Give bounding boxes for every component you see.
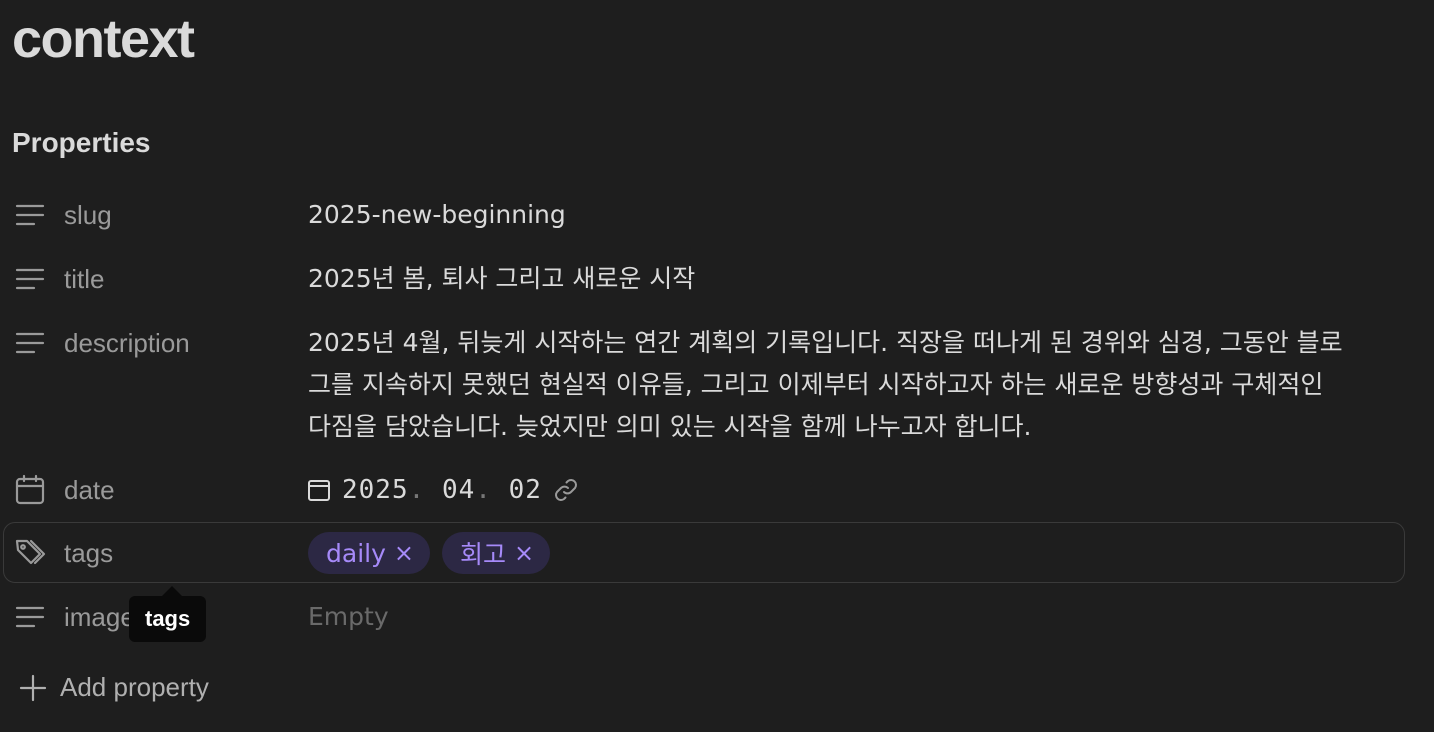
property-key-description[interactable]: description <box>64 327 190 359</box>
properties-heading[interactable]: Properties <box>12 124 151 162</box>
property-key-slug[interactable]: slug <box>64 199 112 231</box>
tag-pill[interactable]: 회고 × <box>442 532 551 574</box>
property-key-image[interactable]: image <box>64 601 135 633</box>
property-row-slug: slug 2025-new-beginning <box>0 199 1434 231</box>
date-day: 02 <box>508 475 542 505</box>
text-lines-icon[interactable] <box>14 601 46 633</box>
date-separator: . <box>408 475 426 505</box>
remove-tag-icon[interactable]: × <box>394 541 414 565</box>
tag-label: daily <box>326 538 386 568</box>
remove-tag-icon[interactable]: × <box>514 541 534 565</box>
tag-pill[interactable]: daily × <box>308 532 430 574</box>
tooltip-arrow <box>162 586 182 596</box>
property-key-title[interactable]: title <box>64 263 104 295</box>
property-row-title: title 2025년 봄, 퇴사 그리고 새로운 시작 <box>0 263 1434 295</box>
link-icon[interactable] <box>552 476 580 504</box>
property-value-description[interactable]: 2025년 4월, 뒤늦게 시작하는 연간 계획의 기록입니다. 직장을 떠나게… <box>308 322 1343 448</box>
property-value-title[interactable]: 2025년 봄, 퇴사 그리고 새로운 시작 <box>308 263 695 295</box>
property-row-image: image Empty <box>0 601 1434 633</box>
add-property-label: Add property <box>60 672 209 702</box>
property-value-slug[interactable]: 2025-new-beginning <box>308 199 566 231</box>
calendar-icon[interactable] <box>14 474 46 506</box>
property-key-date[interactable]: date <box>64 474 115 506</box>
description-line: 다짐을 담았습니다. 늦었지만 의미 있는 시작을 함께 나누고자 합니다. <box>308 412 1032 441</box>
property-row-date: date <box>0 474 1434 506</box>
date-month: 04 <box>441 475 476 505</box>
description-line: 2025년 4월, 뒤늦게 시작하는 연간 계획의 기록입니다. 직장을 떠나게… <box>308 328 1343 357</box>
date-value[interactable]: 2025. 04. 02 <box>342 475 542 505</box>
document-title[interactable]: context <box>12 8 195 70</box>
add-property-button[interactable]: Add property <box>18 672 209 703</box>
text-lines-icon[interactable] <box>14 263 46 295</box>
tooltip: tags <box>129 596 207 642</box>
tags-icon[interactable] <box>14 537 46 569</box>
tags-list: daily × 회고 × <box>308 532 551 574</box>
plus-icon <box>19 674 47 701</box>
text-lines-icon[interactable] <box>14 327 46 359</box>
date-picker[interactable]: 2025. 04. 02 <box>306 474 580 506</box>
date-separator: . <box>475 475 492 505</box>
property-row-tags: tags <box>0 537 1434 569</box>
calendar-icon <box>306 477 332 503</box>
description-line: 그를 지속하지 못했던 현실적 이유들, 그리고 이제부터 시작하고자 하는 새… <box>308 370 1324 399</box>
properties-panel: context Properties slug 2025-new-beginni… <box>0 0 1434 732</box>
property-value-image[interactable]: Empty <box>308 601 389 633</box>
text-lines-icon[interactable] <box>14 199 46 231</box>
property-key-tags[interactable]: tags <box>64 537 113 569</box>
property-row-description: description 2025년 4월, 뒤늦게 시작하는 연간 계획의 기록… <box>0 327 1434 447</box>
tag-label: 회고 <box>460 540 507 569</box>
date-year: 2025 <box>342 475 409 505</box>
